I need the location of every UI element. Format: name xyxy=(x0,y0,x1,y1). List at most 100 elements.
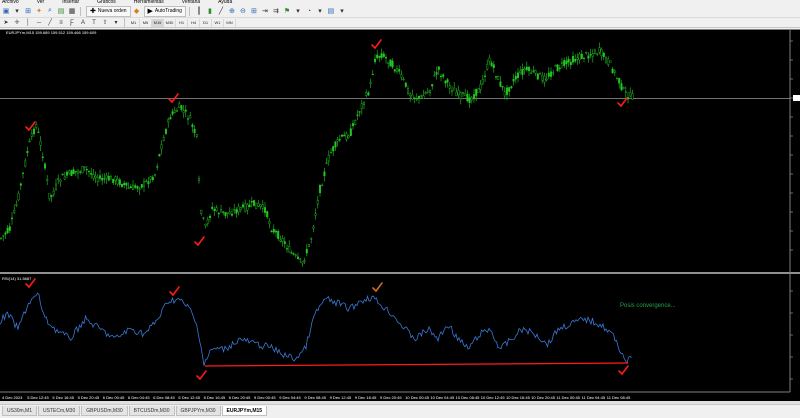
candle-body xyxy=(105,175,108,179)
autotrading-button[interactable]: ▶ AutoTrading xyxy=(143,5,186,17)
candle-body xyxy=(602,52,605,57)
candle-body xyxy=(371,73,374,76)
autoscroll-icon[interactable]: ⇉ xyxy=(271,6,281,16)
candle-body xyxy=(506,87,509,95)
candle-body xyxy=(279,239,282,242)
candle-body xyxy=(2,235,5,237)
timeframe-h4[interactable]: H4 xyxy=(188,18,200,27)
price-chart-canvas[interactable] xyxy=(0,29,800,401)
candle-body xyxy=(503,91,506,97)
trendline-icon[interactable]: ╱ xyxy=(45,18,55,28)
candle-body xyxy=(182,110,185,113)
bar-chart-icon[interactable]: ┃ xyxy=(194,6,204,16)
navigator-icon[interactable]: ✦ xyxy=(34,6,44,16)
timeframe-d1[interactable]: D1 xyxy=(200,18,212,27)
periods-icon[interactable]: ◔ xyxy=(304,6,314,16)
zoom-in-icon[interactable]: ⊕ xyxy=(227,6,237,16)
divergence-annotation-text[interactable]: Posis convergence... xyxy=(620,303,676,309)
vertical-line-icon[interactable]: │ xyxy=(23,18,33,28)
candle-body xyxy=(459,92,462,100)
candle-body xyxy=(360,103,363,110)
chart-window[interactable]: EURJPYm,M15 159.689 159.512 159.466 159.… xyxy=(0,29,800,401)
tile-windows-icon[interactable]: ⊞ xyxy=(249,6,259,16)
crosshair-icon[interactable]: ✛ xyxy=(12,18,22,28)
tab-ustec[interactable]: USTECm,M30 xyxy=(38,406,81,416)
candle-body xyxy=(114,176,117,181)
timeframe-m15[interactable]: M15 xyxy=(152,18,164,27)
data-window-icon[interactable]: ⌕ xyxy=(45,6,55,16)
line-chart-icon[interactable]: ╱ xyxy=(216,6,226,16)
candle-body xyxy=(255,202,258,209)
candle-body xyxy=(547,72,550,77)
horizontal-line-icon[interactable]: ─ xyxy=(34,18,44,28)
candle-body xyxy=(211,206,214,209)
indicators-icon[interactable]: ⚑ xyxy=(282,6,292,16)
candle-body xyxy=(63,176,66,180)
candle-body xyxy=(98,175,101,179)
time-axis-label: 10 Dec 20:45 xyxy=(531,395,555,400)
candle-body xyxy=(264,207,267,213)
tab-gbpjpy[interactable]: GBPJPYm,M30 xyxy=(175,406,221,416)
chart-shift-icon[interactable]: ⇥ xyxy=(260,6,270,16)
candle-body xyxy=(510,86,513,88)
candle-body xyxy=(180,105,183,110)
candle-body xyxy=(442,74,445,77)
tab-gbpusd[interactable]: GBPUSDm,M30 xyxy=(81,406,128,416)
cursor-icon[interactable]: ➤ xyxy=(1,18,11,28)
candle-body xyxy=(65,171,68,176)
new-chart-icon[interactable]: ▣ xyxy=(1,6,11,16)
tab-us30[interactable]: US30m,M1 xyxy=(2,406,38,416)
candle-body xyxy=(107,176,110,181)
tab-btcusd[interactable]: BTCUSDm,M30 xyxy=(128,406,175,416)
candle-body xyxy=(37,131,40,133)
metaeditor-icon[interactable]: ◆ xyxy=(132,6,142,16)
check-mark-icon xyxy=(618,365,629,376)
timeframe-w1[interactable]: W1 xyxy=(212,18,224,27)
profiles-icon[interactable]: ▾ xyxy=(12,6,22,16)
timeframe-h1[interactable]: H1 xyxy=(176,18,188,27)
label-icon[interactable]: T xyxy=(89,18,99,28)
candle-body xyxy=(354,120,357,125)
candle-body xyxy=(420,95,423,97)
indicators-dropdown-icon[interactable]: ▾ xyxy=(293,6,303,16)
terminal-window: Archivo Ver Insertar Gráficos Herramient… xyxy=(0,0,800,418)
candle-body xyxy=(448,85,451,89)
templates-icon[interactable]: ▤ xyxy=(326,6,336,16)
arrows-icon[interactable]: ⇧ xyxy=(100,18,110,28)
candle-body xyxy=(281,238,284,242)
check-mark-icon xyxy=(372,282,383,293)
new-order-button[interactable]: ✚ Nueva orden xyxy=(86,5,131,17)
candle-body xyxy=(446,79,449,83)
market-watch-icon[interactable]: ⊞ xyxy=(23,6,33,16)
timeframe-m5[interactable]: M5 xyxy=(140,18,152,27)
candle-body xyxy=(376,54,379,59)
candle-body xyxy=(578,53,581,61)
fibonacci-icon[interactable]: Ƒ xyxy=(67,18,77,28)
candle-body xyxy=(103,178,106,180)
candle-body xyxy=(70,170,73,177)
candle-body xyxy=(158,154,161,157)
candle-body xyxy=(193,129,196,134)
candle-body xyxy=(323,171,326,177)
candle-body xyxy=(213,209,216,212)
zoom-out-icon[interactable]: ⊖ xyxy=(238,6,248,16)
timeframe-m30[interactable]: M30 xyxy=(164,18,176,27)
candle-body xyxy=(624,91,627,93)
tab-eurjpy[interactable]: EURJPYm,M15 xyxy=(221,406,268,416)
candle-body xyxy=(514,75,517,80)
candle-body xyxy=(539,73,542,75)
candle-body xyxy=(336,139,339,142)
periods-dropdown-icon[interactable]: ▾ xyxy=(315,6,325,16)
new-order-icon: ✚ xyxy=(90,8,96,15)
timeframe-m1[interactable]: M1 xyxy=(128,18,140,27)
terminal-icon[interactable]: ▤ xyxy=(56,6,66,16)
templates-dropdown-icon[interactable]: ▾ xyxy=(337,6,347,16)
candle-body xyxy=(297,256,300,259)
arrows-dropdown-icon[interactable]: ▾ xyxy=(111,18,121,28)
channel-icon[interactable]: ≡ xyxy=(56,18,66,28)
text-icon[interactable]: A xyxy=(78,18,88,28)
timeframe-mn[interactable]: MN xyxy=(224,18,236,27)
strategy-tester-icon[interactable]: ▦ xyxy=(67,6,77,16)
time-axis-label: 11 Dec 00:45 xyxy=(556,395,580,400)
candlestick-icon[interactable]: ▮ xyxy=(205,6,215,16)
